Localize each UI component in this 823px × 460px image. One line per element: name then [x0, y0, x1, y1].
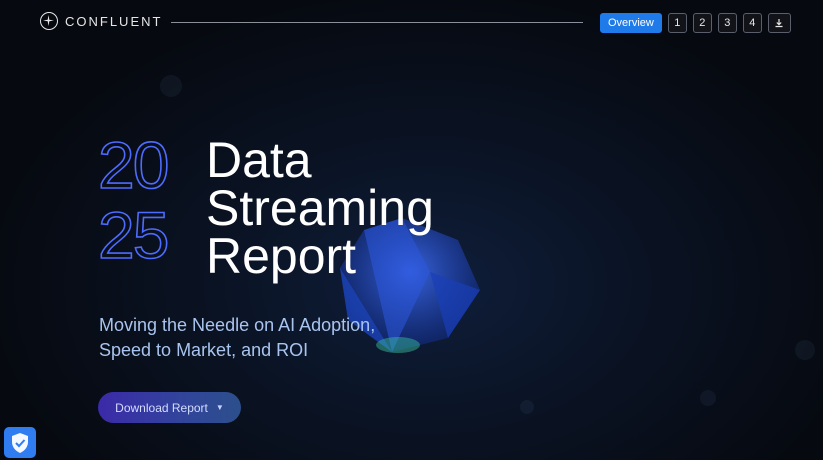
- section-nav: Overview 1 2 3 4: [600, 13, 791, 33]
- title-line: Data: [206, 132, 312, 188]
- nav-overview-button[interactable]: Overview: [600, 13, 662, 33]
- header-divider: [171, 22, 583, 23]
- report-year: 20 25: [97, 128, 170, 272]
- bokeh-dot: [520, 400, 534, 414]
- nav-page-3-button[interactable]: 3: [717, 13, 737, 33]
- download-button[interactable]: [767, 13, 791, 33]
- chevron-down-icon: ▼: [215, 403, 224, 412]
- nav-page-1-button[interactable]: 1: [667, 13, 687, 33]
- year-bottom: 25: [97, 198, 170, 272]
- confluent-logo-icon: [40, 12, 58, 30]
- page-title: Data Streaming Report: [206, 132, 434, 284]
- bokeh-dot: [700, 390, 716, 406]
- download-report-label: Download Report: [115, 400, 208, 415]
- bokeh-dot: [160, 75, 182, 97]
- top-navigation-bar: CONFLUENT Overview 1 2 3 4: [0, 0, 823, 46]
- confluent-logo[interactable]: CONFLUENT: [40, 12, 162, 30]
- security-badge[interactable]: [4, 427, 36, 458]
- bokeh-dot: [795, 340, 815, 360]
- download-report-button[interactable]: Download Report ▼: [98, 392, 241, 423]
- title-line: Streaming: [206, 180, 434, 236]
- subtitle-line: Speed to Market, and ROI: [99, 340, 309, 360]
- download-icon: [775, 19, 783, 28]
- title-line: Report: [206, 228, 357, 284]
- year-top: 20: [97, 128, 170, 202]
- hero-subtitle: Moving the Needle on AI Adoption, Speed …: [99, 313, 375, 363]
- nav-page-4-button[interactable]: 4: [742, 13, 762, 33]
- brand-name: CONFLUENT: [65, 13, 163, 29]
- subtitle-line: Moving the Needle on AI Adoption,: [99, 315, 376, 335]
- shield-check-icon: [12, 432, 28, 453]
- nav-page-2-button[interactable]: 2: [692, 13, 712, 33]
